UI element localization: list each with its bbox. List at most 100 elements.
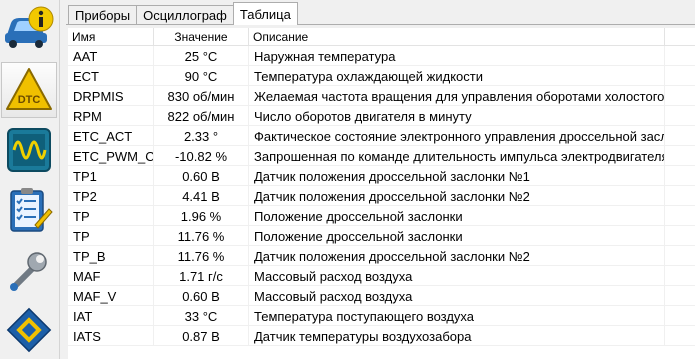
param-description-cell-text: Датчик положения дроссельной заслонки №1 [254, 168, 530, 184]
param-name-cell-text: TP1 [73, 168, 97, 184]
param-value-cell-text: 0.87 В [182, 328, 220, 344]
filler-cell [665, 246, 695, 266]
table-row[interactable]: RPM 822 об/мин Число оборотов двигателя в … [68, 106, 695, 126]
table-row[interactable]: MAF 1.71 г/с Массовый расход воздуха [68, 266, 695, 286]
parameters-table[interactable]: Имя Значение Описание AAT 25 °C Наружная т… [68, 28, 695, 359]
param-value-cell-text: 33 °C [184, 308, 218, 324]
table-row[interactable]: ETC_ACT 2.33 ° Фактическое состояние элект… [68, 126, 695, 146]
tab-panel-border [66, 24, 695, 25]
param-name-cell: TP [68, 206, 154, 226]
param-name-cell: MAF_V [68, 286, 154, 306]
dtc-button[interactable]: DTC [1, 62, 57, 118]
param-name-cell-text: RPM [73, 108, 102, 124]
param-value-cell: 0.60 В [154, 286, 249, 306]
param-value-cell-text: 2.33 ° [183, 128, 219, 144]
filler-cell [665, 46, 695, 66]
param-value-cell: 0.60 В [154, 166, 249, 186]
param-name-cell: IATS [68, 326, 154, 346]
table-body: AAT 25 °C Наружная температура ECT 90 °C Темп… [68, 46, 695, 346]
param-description-cell: Желаемая частота вращения для управления… [249, 86, 665, 106]
wrench-icon [10, 252, 47, 291]
oscilloscope-button[interactable] [1, 122, 57, 178]
table-row[interactable]: TP1 0.60 В Датчик положения дроссельной за… [68, 166, 695, 186]
param-description-cell-text: Положение дроссельной заслонки [254, 228, 463, 244]
param-name-cell: ETC_ACT [68, 126, 154, 146]
settings-button[interactable] [1, 242, 57, 298]
param-description-cell-text: Массовый расход воздуха [254, 288, 413, 304]
param-value-cell-text: 25 °C [184, 48, 218, 64]
param-name-cell: TP [68, 226, 154, 246]
param-name-cell: TP1 [68, 166, 154, 186]
param-value-cell-text: 830 об/мин [167, 88, 235, 104]
param-value-cell-text: 1.96 % [180, 208, 222, 224]
param-value-cell-text: 4.41 В [182, 188, 220, 204]
dtc-warning-icon: DTC [6, 68, 52, 110]
param-value-cell-text: 0.60 В [182, 168, 220, 184]
param-value-cell-text: 1.71 г/с [179, 268, 223, 284]
param-value-cell: 2.33 ° [154, 126, 249, 146]
table-row[interactable]: MAF_V 0.60 В Массовый расход воздуха [68, 286, 695, 306]
table-row[interactable]: IAT 33 °C Температура поступающего воздуха [68, 306, 695, 326]
column-header-name[interactable]: Имя [68, 28, 154, 46]
param-description-cell: Датчик положения дроссельной заслонки №2 [249, 186, 665, 206]
table-row[interactable]: AAT 25 °C Наружная температура [68, 46, 695, 66]
param-description-cell: Положение дроссельной заслонки [249, 206, 665, 226]
filler-cell [665, 226, 695, 246]
param-name-cell-text: MAF [73, 268, 101, 284]
param-name-cell-text: ECT [73, 68, 99, 84]
table-row[interactable]: ECT 90 °C Температура охлаждающей жидкости [68, 66, 695, 86]
param-value-cell-text: 90 °C [184, 68, 218, 84]
tab-instruments[interactable]: Приборы [68, 5, 138, 25]
filler-cell [665, 306, 695, 326]
param-name-cell-text: ETC_PWM_CM [73, 148, 154, 164]
param-value-cell-text: 11.76 % [177, 248, 225, 264]
table-row[interactable]: TP 1.96 % Положение дроссельной заслонки [68, 206, 695, 226]
tab-bar: Приборы Осциллограф Таблица [68, 2, 298, 25]
param-name-cell-text: IATS [73, 328, 101, 344]
table-row[interactable]: TP_B 11.76 % Датчик положения дроссельной … [68, 246, 695, 266]
column-header-description[interactable]: Описание [249, 28, 665, 46]
table-row[interactable]: DRPMIS 830 об/мин Желаемая частота вращени… [68, 86, 695, 106]
param-description-cell: Температура охлаждающей жидкости [249, 66, 665, 86]
param-description-cell: Датчик положения дроссельной заслонки №2 [249, 246, 665, 266]
param-description-cell-text: Датчик положения дроссельной заслонки №2 [254, 188, 530, 204]
table-row[interactable]: ETC_PWM_CM -10.82 % Запрошенная по команде… [68, 146, 695, 166]
param-name-cell: ETC_PWM_CM [68, 146, 154, 166]
param-value-cell: 822 об/мин [154, 106, 249, 126]
column-header-value[interactable]: Значение [154, 28, 249, 46]
param-description-cell: Массовый расход воздуха [249, 266, 665, 286]
param-name-cell: RPM [68, 106, 154, 126]
filler-cell [665, 146, 695, 166]
filler-cell [665, 66, 695, 86]
param-value-cell: 33 °C [154, 306, 249, 326]
param-name-cell: MAF [68, 266, 154, 286]
checklist-button[interactable] [1, 182, 57, 238]
param-description-cell: Число оборотов двигателя в минуту [249, 106, 665, 126]
tab-instruments-label: Приборы [75, 8, 131, 23]
column-header-filler [665, 28, 695, 46]
param-description-cell-text: Температура поступающего воздуха [254, 308, 475, 324]
table-row[interactable]: TP2 4.41 В Датчик положения дроссельной за… [68, 186, 695, 206]
chip-button[interactable] [1, 302, 57, 358]
filler-cell [665, 126, 695, 146]
filler-cell [665, 166, 695, 186]
table-header: Имя Значение Описание [68, 28, 695, 46]
tab-oscilloscope-label: Осциллограф [143, 8, 227, 23]
param-name-cell-text: TP_B [73, 248, 106, 264]
param-name-cell-text: IAT [73, 308, 93, 324]
filler-cell [665, 106, 695, 126]
car-info-button[interactable] [1, 0, 57, 56]
param-value-cell: 4.41 В [154, 186, 249, 206]
filler-cell [665, 266, 695, 286]
tab-table[interactable]: Таблица [232, 2, 298, 25]
param-name-cell: DRPMIS [68, 86, 154, 106]
table-row[interactable]: TP 11.76 % Положение дроссельной заслонки [68, 226, 695, 246]
tab-table-label: Таблица [239, 6, 291, 22]
filler-cell [665, 286, 695, 306]
param-description-cell-text: Число оборотов двигателя в минуту [254, 108, 472, 124]
param-value-cell-text: -10.82 % [174, 148, 228, 164]
param-description-cell-text: Датчик температуры воздухозабора [254, 328, 472, 344]
tab-oscilloscope[interactable]: Осциллограф [136, 5, 234, 25]
param-value-cell: 830 об/мин [154, 86, 249, 106]
table-row[interactable]: IATS 0.87 В Датчик температуры воздухозабо… [68, 326, 695, 346]
